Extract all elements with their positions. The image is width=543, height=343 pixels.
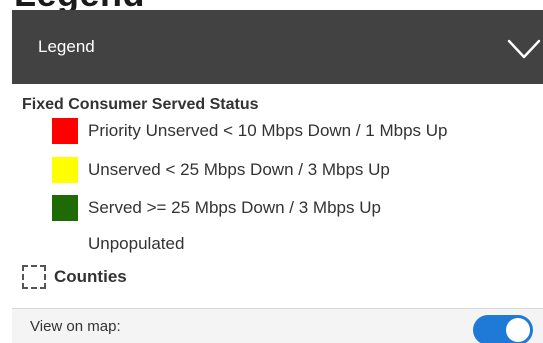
view-on-map-label: View on map: [30, 318, 121, 335]
legend-body: Fixed Consumer Served Status Priority Un… [12, 84, 543, 308]
legend-swatch-empty [52, 231, 78, 257]
legend-item-priority-unserved: Priority Unserved < 10 Mbps Down / 1 Mbp… [52, 118, 448, 144]
legend-group-title: Fixed Consumer Served Status [22, 96, 259, 113]
legend-item-label: Unpopulated [88, 234, 185, 253]
legend-item-unpopulated: Unpopulated [52, 231, 184, 257]
legend-item-served: Served >= 25 Mbps Down / 3 Mbps Up [52, 195, 381, 221]
legend-swatch-red [52, 118, 78, 144]
legend-item-label: Priority Unserved < 10 Mbps Down / 1 Mbp… [88, 121, 448, 140]
legend-header-title: Legend [38, 37, 95, 56]
legend-footer: View on map: [12, 308, 543, 343]
legend-panel: Legend Legend Fixed Consumer Served Stat… [0, 0, 543, 343]
legend-header[interactable]: Legend [12, 10, 543, 84]
legend-swatch-yellow [52, 157, 78, 183]
legend-swatch-green [52, 195, 78, 221]
counties-layer-toggle[interactable]: Counties [22, 264, 127, 290]
legend-item-label: Unserved < 25 Mbps Down / 3 Mbps Up [88, 160, 390, 179]
legend-item-unserved: Unserved < 25 Mbps Down / 3 Mbps Up [52, 157, 390, 183]
counties-label: Counties [54, 267, 127, 286]
counties-checkbox[interactable] [22, 265, 46, 289]
legend-item-label: Served >= 25 Mbps Down / 3 Mbps Up [88, 198, 381, 217]
toggle-knob[interactable] [506, 318, 530, 342]
chevron-down-icon[interactable] [507, 38, 541, 60]
view-on-map-toggle[interactable] [473, 315, 533, 343]
